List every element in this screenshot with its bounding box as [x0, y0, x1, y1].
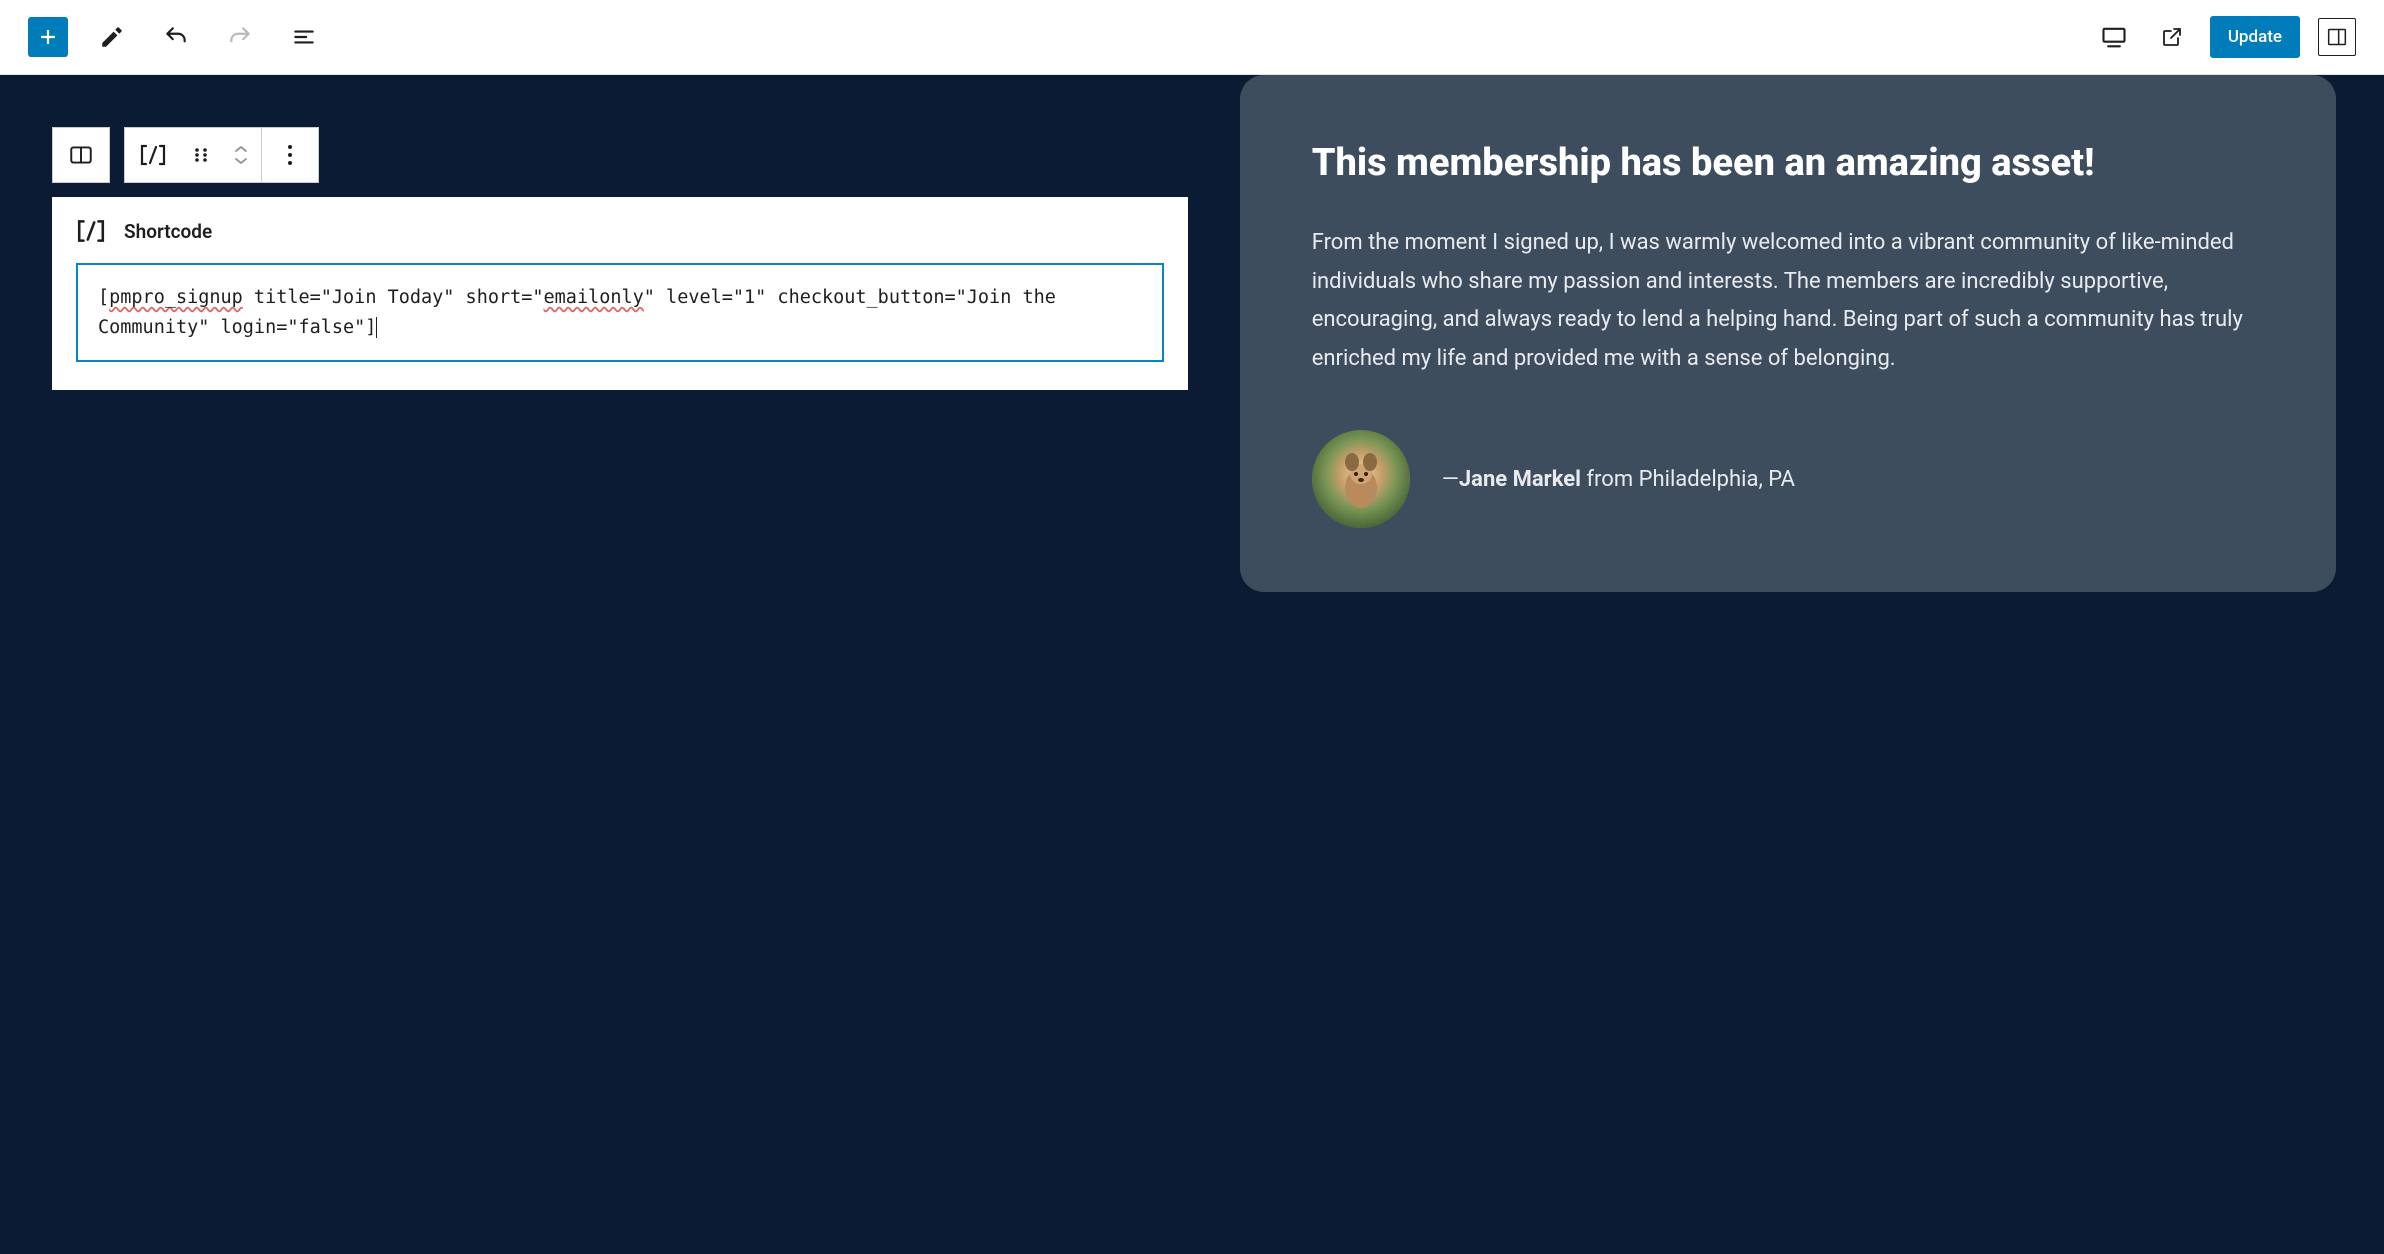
chevron-updown-icon [233, 144, 249, 166]
shortcode-label: Shortcode [124, 220, 212, 243]
testimonial-body[interactable]: From the moment I signed up, I was warml… [1312, 224, 2264, 378]
move-updown-button[interactable] [221, 127, 261, 183]
left-column: Shortcode [pmpro_signup title="Join Toda… [0, 75, 1240, 1254]
shortcode-icon [139, 144, 167, 166]
redo-icon [227, 24, 253, 50]
right-column: This membership has been an amazing asse… [1240, 75, 2384, 1254]
sidebar-icon [2327, 27, 2347, 47]
undo-button[interactable] [156, 17, 196, 57]
avatar-placeholder-icon [1312, 430, 1410, 528]
author-avatar[interactable] [1312, 430, 1410, 528]
external-link-icon [2160, 25, 2184, 49]
author-location: from Philadelphia, PA [1581, 467, 1795, 492]
plus-icon [36, 25, 60, 49]
columns-icon [68, 142, 94, 168]
drag-icon [192, 146, 210, 164]
testimonial-author-row: —Jane Markel from Philadelphia, PA [1312, 430, 2264, 528]
shortcode-icon [76, 219, 106, 243]
settings-sidebar-toggle[interactable] [2318, 18, 2356, 56]
testimonial-heading[interactable]: This membership has been an amazing asse… [1312, 139, 2264, 188]
drag-handle[interactable] [181, 127, 221, 183]
toolbar-left [28, 17, 324, 57]
block-toolbar [52, 127, 1188, 183]
block-options-button[interactable] [262, 127, 318, 183]
undo-icon [163, 24, 189, 50]
add-block-button[interactable] [28, 17, 68, 57]
list-icon [291, 24, 317, 50]
toolbar-right: Update [2094, 16, 2356, 58]
editor-toolbar: Update [0, 0, 2384, 75]
document-overview-button[interactable] [284, 17, 324, 57]
block-type-button[interactable] [125, 127, 181, 183]
block-toolbar-group-parent [52, 127, 110, 183]
editor-canvas: Shortcode [pmpro_signup title="Join Toda… [0, 75, 2384, 1254]
author-name: Jane Markel [1459, 467, 1581, 492]
author-text[interactable]: —Jane Markel from Philadelphia, PA [1442, 467, 1795, 492]
more-vertical-icon [287, 144, 293, 166]
shortcode-block-header: Shortcode [76, 219, 1164, 243]
view-button[interactable] [2094, 17, 2134, 57]
edit-mode-button[interactable] [92, 17, 132, 57]
shortcode-input[interactable]: [pmpro_signup title="Join Today" short="… [76, 263, 1164, 362]
parent-block-button[interactable] [53, 127, 109, 183]
pencil-icon [99, 24, 125, 50]
redo-button[interactable] [220, 17, 260, 57]
preview-external-button[interactable] [2152, 17, 2192, 57]
testimonial-card[interactable]: This membership has been an amazing asse… [1240, 75, 2336, 592]
block-toolbar-group-main [124, 127, 319, 183]
update-button[interactable]: Update [2210, 16, 2300, 58]
desktop-icon [2100, 23, 2128, 51]
shortcode-block[interactable]: Shortcode [pmpro_signup title="Join Toda… [52, 197, 1188, 390]
